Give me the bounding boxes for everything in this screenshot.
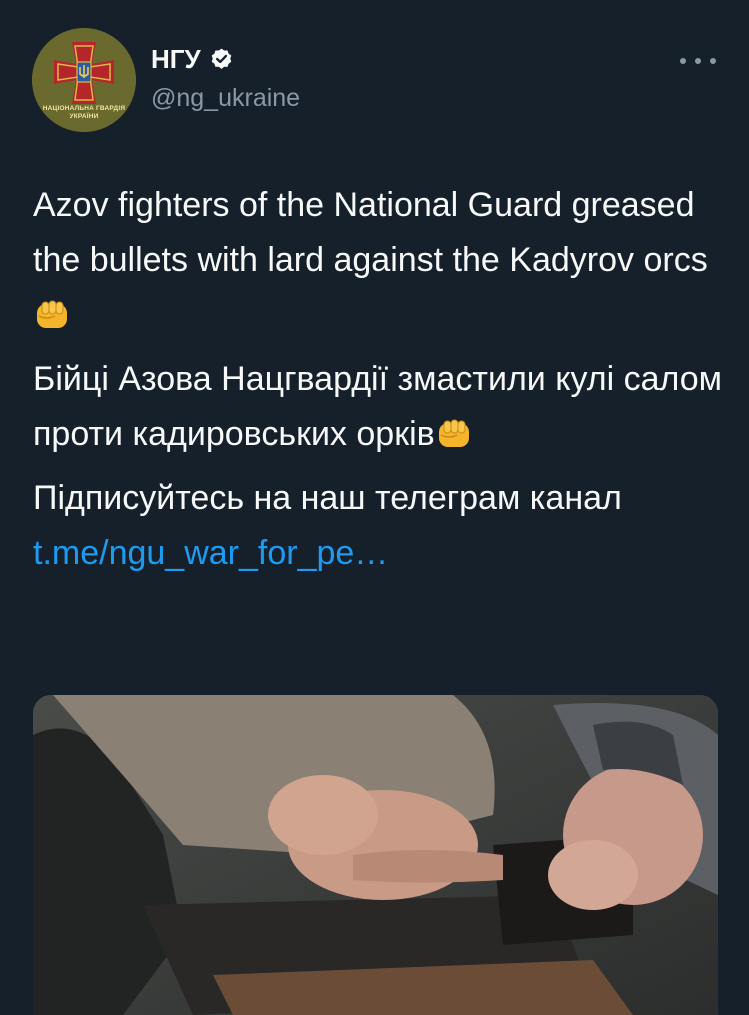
tweet-header: НАЦІОНАЛЬНА ГВАРДІЯ УКРАЇНИ НГУ @ng_ukra…	[0, 0, 749, 140]
avatar[interactable]: НАЦІОНАЛЬНА ГВАРДІЯ УКРАЇНИ	[32, 28, 136, 132]
tweet-paragraph-ukrainian-text: Бійці Азова Нацгвардії змастили кулі сал…	[33, 360, 722, 453]
tweet-paragraph-english: Azov fighters of the National Guard grea…	[33, 178, 723, 343]
tweet-paragraph-english-text: Azov fighters of the National Guard grea…	[33, 186, 708, 279]
more-dot	[695, 58, 701, 64]
tweet-paragraph-subscribe: Підписуйтесь на наш телеграм канал t.me/…	[33, 471, 723, 581]
name-row: НГУ	[151, 44, 234, 75]
display-name[interactable]: НГУ	[151, 44, 201, 75]
verified-badge-icon	[211, 48, 231, 69]
more-options-icon[interactable]	[680, 54, 716, 68]
video-thumbnail	[33, 695, 718, 1015]
avatar-caption-line2: УКРАЇНИ	[69, 113, 99, 120]
tweet-paragraph-subscribe-text: Підписуйтесь на наш телеграм канал	[33, 479, 622, 517]
tweet-body: Azov fighters of the National Guard grea…	[33, 178, 723, 590]
telegram-link[interactable]: t.me/ngu_war_for_pe…	[33, 534, 388, 572]
handle[interactable]: @ng_ukraine	[151, 84, 300, 113]
tweet-media-video[interactable]	[33, 695, 718, 1015]
oncoming-fist-emoji	[37, 300, 67, 328]
tweet-paragraph-ukrainian: Бійці Азова Нацгвардії змастили кулі сал…	[33, 352, 723, 462]
more-dot	[710, 58, 716, 64]
more-dot	[680, 58, 686, 64]
oncoming-fist-emoji	[438, 419, 469, 447]
avatar-caption-line1: НАЦІОНАЛЬНА ГВАРДІЯ	[42, 105, 126, 112]
